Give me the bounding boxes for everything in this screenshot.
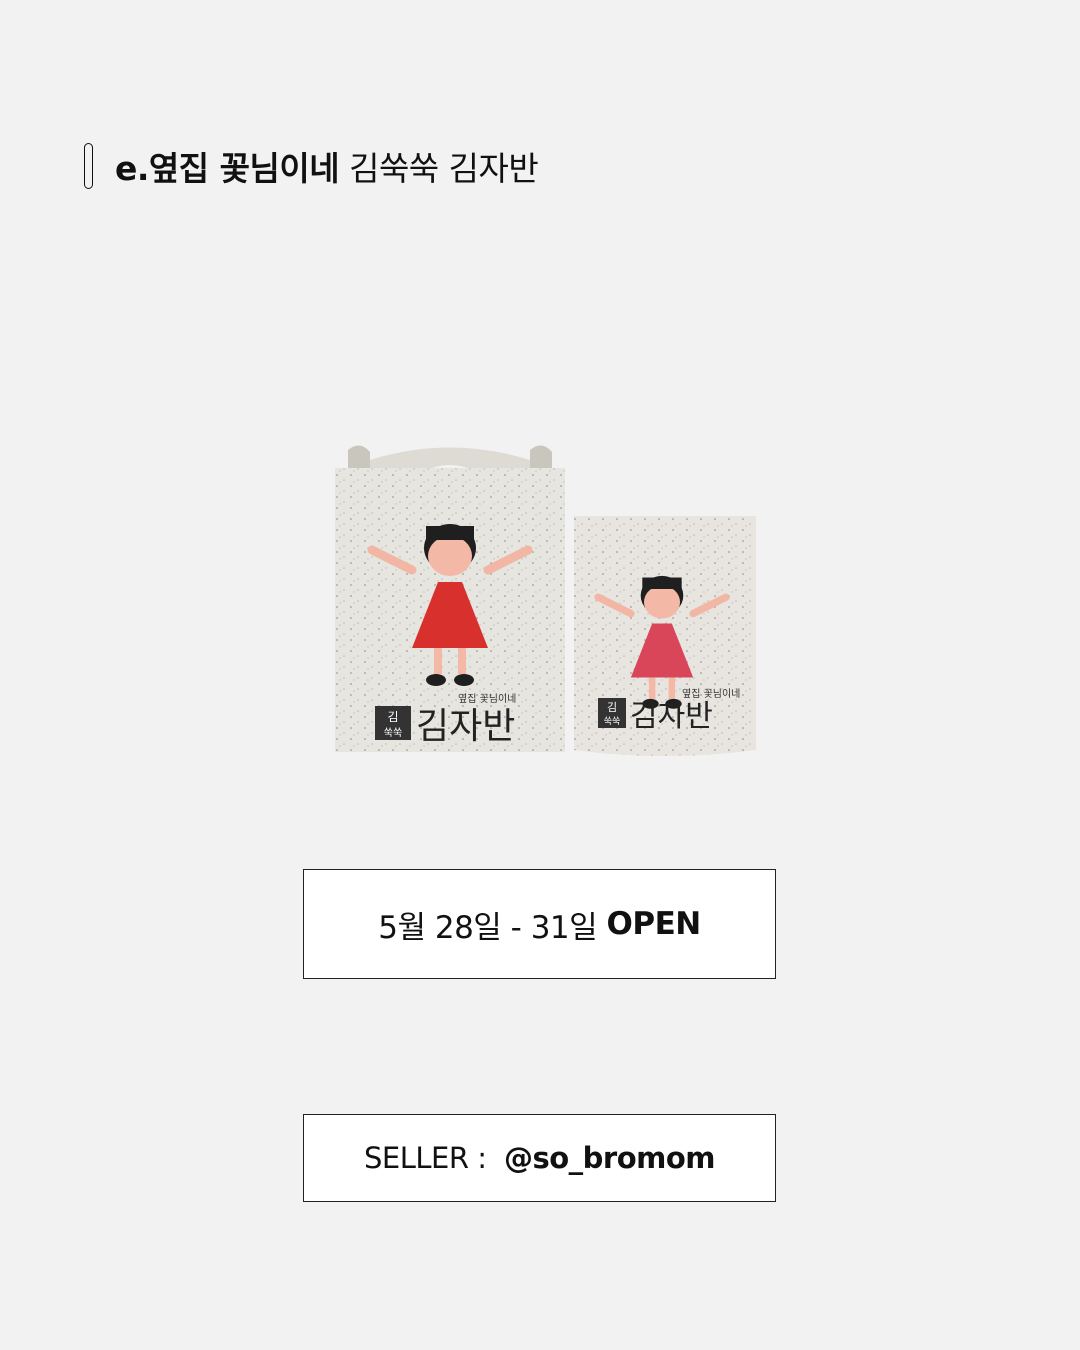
open-status: OPEN: [606, 906, 702, 942]
page-header: e.옆집 꽃님이네 김쑥쑥 김자반: [84, 140, 539, 192]
page-title: e.옆집 꽃님이네 김쑥쑥 김자반: [115, 142, 539, 190]
gift-box: 옆집 꽃님이네 김 쑥쑥 김자반: [335, 445, 565, 752]
open-date-box: 5월 28일 - 31일 OPEN: [303, 869, 776, 979]
box-badge-bottom: 쑥쑥: [384, 727, 402, 739]
pouch-badge-bottom: 쑥쑥: [604, 716, 621, 727]
title-shop-name: e.옆집 꽃님이네: [115, 149, 340, 188]
seller-handle-link[interactable]: @so_bromom: [504, 1141, 716, 1175]
product-image: 옆집 꽃님이네 김 쑥쑥 김자반 옆집 꽃님이네 김 쑥쑥 김자반: [335, 445, 756, 756]
box-product-name: 김자반: [416, 706, 515, 747]
product-pouch: 옆집 꽃님이네 김 쑥쑥 김자반: [574, 516, 756, 756]
box-brand-text: 옆집 꽃님이네: [458, 693, 516, 705]
open-dates: 5월 28일 - 31일: [378, 909, 598, 946]
seller-label: SELLER :: [364, 1141, 487, 1175]
title-accent-bar: [84, 143, 93, 189]
pouch-badge-top: 김: [607, 701, 617, 714]
pouch-product-name: 김자반: [630, 699, 713, 734]
title-product-name: 김쑥쑥 김자반: [349, 149, 539, 188]
seller-box: SELLER : @so_bromom: [303, 1114, 776, 1202]
box-badge-top: 김: [387, 710, 398, 724]
